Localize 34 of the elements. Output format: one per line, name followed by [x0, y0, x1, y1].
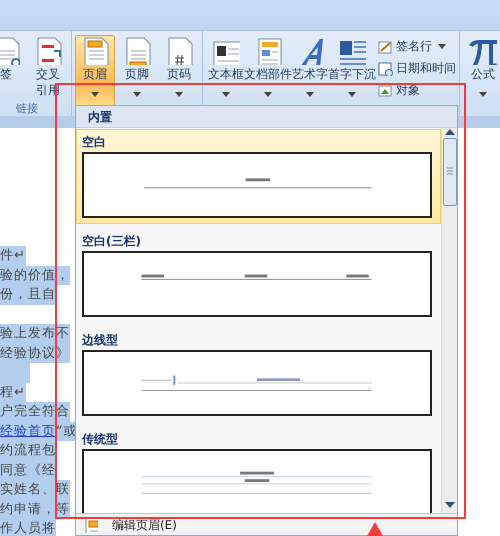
scrollbar[interactable] [441, 128, 457, 513]
gallery-item[interactable]: 空白 [76, 129, 441, 224]
document-text: 户完全符合 [0, 402, 70, 422]
ribbon-small-button[interactable]: 日期和时间 [378, 59, 456, 77]
document-text: 验的价值， [0, 266, 70, 285]
formula-icon [469, 37, 497, 65]
menu-section-heading: 内置 [76, 106, 457, 128]
document-text: 份，且自 [0, 285, 56, 304]
calendar-icon [378, 60, 393, 76]
gallery-item[interactable]: 边线型 [76, 327, 441, 422]
document-text: 作人员将 [0, 519, 56, 536]
bookmark-icon [0, 37, 20, 65]
gallery-item[interactable]: 空白(三栏) [76, 228, 441, 323]
document-text: 验上发布不 [0, 324, 70, 344]
menu-item[interactable]: 编辑页眉(E) [108, 516, 177, 534]
document-text: 实姓名、联 [0, 480, 70, 500]
document-text: 同意《经 [0, 460, 56, 480]
ribbon-small-button[interactable]: 签名行 [378, 37, 456, 55]
document-text: 约流程包 [0, 441, 56, 460]
document-text: 件↵ [0, 246, 26, 266]
document-text: 程↵ [0, 382, 26, 402]
document-text: 经验协议》 [0, 344, 70, 363]
ribbon-button[interactable]: 签 [0, 35, 26, 102]
document-text: 约申请，等 [0, 500, 70, 519]
scroll-down-icon [444, 501, 454, 509]
object-icon [378, 82, 393, 98]
gallery-item[interactable]: 传统型 [76, 426, 441, 513]
ribbon-small-button[interactable]: 对象 [378, 81, 456, 99]
signature-icon [378, 38, 393, 54]
document-link[interactable]: 经验首页 [0, 424, 56, 438]
group-label: 链接 [15, 102, 39, 116]
ribbon-button[interactable]: 公式 [463, 35, 500, 116]
arrow-icon [367, 522, 383, 536]
scroll-thumb [442, 138, 456, 206]
